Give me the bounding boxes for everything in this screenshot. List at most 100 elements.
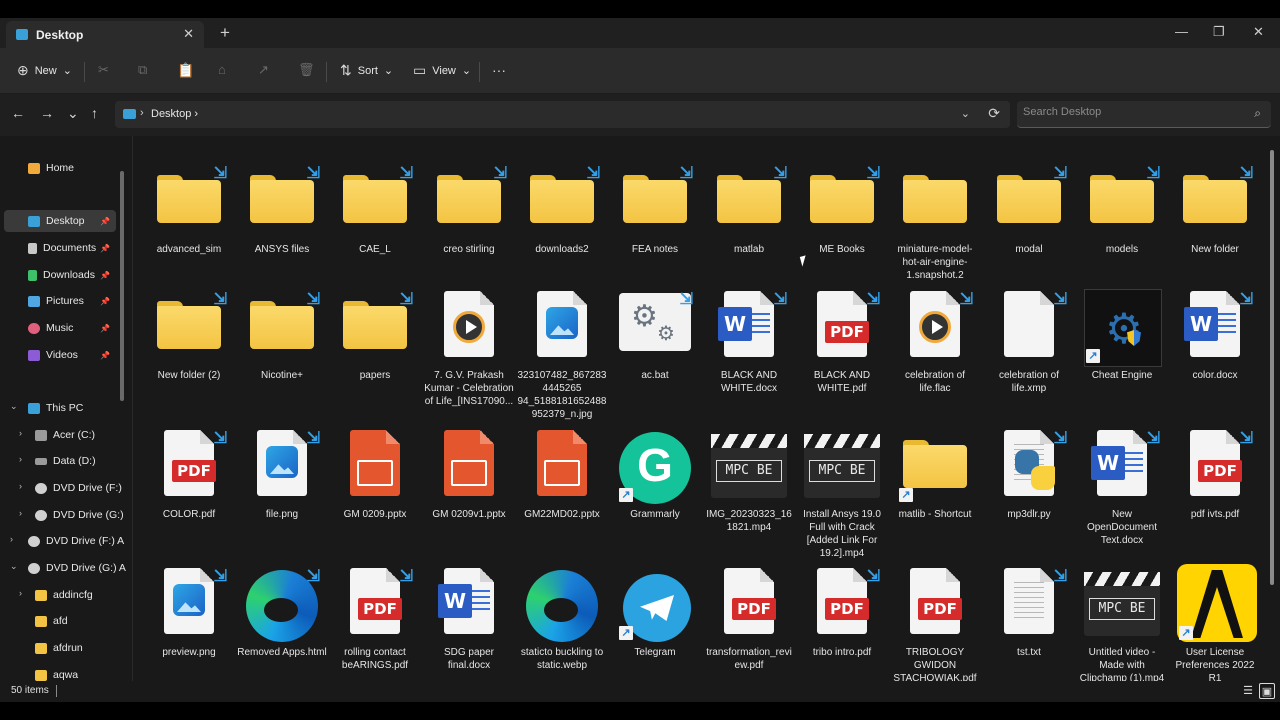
- sidebar-item-dvd-g[interactable]: DVD Drive (G:): [35, 504, 124, 526]
- file-item-image[interactable]: ⇲ file.png: [237, 428, 327, 521]
- file-item-powerpoint[interactable]: GM 0209v1.pptx: [424, 428, 514, 521]
- file-item-pdf[interactable]: PDF ⇲ pdf ivts.pdf: [1170, 428, 1260, 521]
- file-item-folder[interactable]: ⇲ ANSYS files: [237, 163, 327, 256]
- up-button[interactable]: ↑: [91, 105, 98, 121]
- file-item-folder[interactable]: ⇲ models: [1077, 163, 1167, 256]
- forward-button[interactable]: →: [40, 105, 54, 121]
- more-options-button[interactable]: ···: [492, 62, 506, 78]
- tab-close-icon[interactable]: ✕: [183, 26, 194, 42]
- search-input[interactable]: [1023, 106, 1243, 118]
- file-item-folder[interactable]: ⇲ New folder (2): [144, 289, 234, 382]
- file-item-folder[interactable]: ⇲ CAE_L: [330, 163, 420, 256]
- file-item-audio[interactable]: ⇲ celebration of life.flac: [890, 289, 980, 395]
- file-item-shortcut[interactable]: ↗ Grammarly: [610, 428, 700, 521]
- view-button[interactable]: ▭ View ⌄: [413, 62, 471, 79]
- file-item-video[interactable]: MPC BE Untitled video - Made with Clipcha…: [1077, 566, 1167, 681]
- file-item-folder[interactable]: ⇲ papers: [330, 289, 420, 382]
- breadcrumb-desktop[interactable]: Desktop ›: [151, 108, 198, 120]
- sort-button[interactable]: ⇅ Sort ⌄: [340, 62, 393, 79]
- expand-chevron-icon[interactable]: ›: [19, 481, 22, 491]
- file-item-pdf[interactable]: PDF ⇲ tribo intro.pdf: [797, 566, 887, 659]
- tab-desktop[interactable]: Desktop ✕: [6, 21, 204, 48]
- refresh-button[interactable]: ⟳: [988, 105, 1000, 122]
- sidebar-item-data-d[interactable]: Data (D:): [35, 450, 96, 472]
- share-button[interactable]: ↗: [258, 62, 269, 78]
- file-item-folder[interactable]: ⇲ creo stirling: [424, 163, 514, 256]
- delete-button[interactable]: 🗑: [298, 62, 315, 78]
- cut-button[interactable]: ✂: [98, 62, 109, 78]
- sidebar-item-aqwa[interactable]: aqwa: [35, 664, 78, 681]
- file-item-folder[interactable]: ⇲ ME Books: [797, 163, 887, 256]
- sidebar-scrollbar[interactable]: [120, 171, 124, 401]
- sidebar-item-dvd-g-a[interactable]: DVD Drive (G:) A: [28, 557, 126, 579]
- file-item-folder[interactable]: ⇲ FEA notes: [610, 163, 700, 256]
- new-tab-button[interactable]: +: [220, 23, 230, 43]
- expand-chevron-icon[interactable]: ›: [19, 454, 22, 464]
- expand-chevron-icon[interactable]: ⌄: [10, 401, 18, 412]
- recent-locations-button[interactable]: ⌄: [67, 105, 79, 122]
- copy-button[interactable]: ⧉: [138, 62, 147, 78]
- sidebar-item-acer-c[interactable]: Acer (C:): [35, 424, 95, 446]
- file-item-image[interactable]: ⇲ preview.png: [144, 566, 234, 659]
- details-view-button[interactable]: ☰: [1240, 683, 1256, 699]
- file-item-shortcut[interactable]: ↗ Cheat Engine: [1077, 289, 1167, 382]
- expand-chevron-icon[interactable]: ›: [19, 588, 22, 598]
- file-item-pdf[interactable]: PDF TRIBOLOGY GWIDON STACHOWIAK.pdf: [890, 566, 980, 681]
- file-item-html[interactable]: ⇲ Removed Apps.html: [237, 566, 327, 659]
- restore-button[interactable]: ❐: [1213, 24, 1225, 40]
- file-item-video[interactable]: MPC BE Install Ansys 19.0 Full with Crack…: [797, 428, 887, 560]
- file-item-shortcut[interactable]: ↗ Telegram: [610, 566, 700, 659]
- file-item-video[interactable]: MPC BE IMG_20230323_161821.mp4: [704, 428, 794, 534]
- sidebar-item-desktop[interactable]: Desktop 📌: [4, 210, 116, 232]
- sidebar-item-downloads[interactable]: Downloads 📌: [28, 264, 116, 286]
- sidebar-item-music[interactable]: Music 📌: [28, 317, 116, 339]
- minimize-button[interactable]: —: [1175, 24, 1188, 39]
- file-item-audio[interactable]: 7. G.V. Prakash Kumar - Celebration of L…: [424, 289, 514, 408]
- expand-chevron-icon[interactable]: ›: [10, 534, 13, 544]
- file-item-powerpoint[interactable]: GM 0209.pptx: [330, 428, 420, 521]
- file-item-folder[interactable]: ⇲ downloads2: [517, 163, 607, 256]
- file-item-pdf[interactable]: PDF ⇲ COLOR.pdf: [144, 428, 234, 521]
- address-dropdown-icon[interactable]: ⌄: [961, 107, 970, 120]
- file-item-folder[interactable]: miniature-model-hot-air-engine-1.snapsho…: [890, 163, 980, 282]
- search-box[interactable]: ⌕: [1017, 101, 1271, 128]
- sidebar-item-pictures[interactable]: Pictures 📌: [28, 290, 116, 312]
- sidebar-item-afd[interactable]: afd: [35, 610, 68, 632]
- content-scrollbar[interactable]: [1270, 150, 1274, 585]
- file-item-powerpoint[interactable]: GM22MD02.pptx: [517, 428, 607, 521]
- sidebar-item-home[interactable]: Home: [28, 157, 74, 179]
- file-item-batch[interactable]: ⚙ ⚙ ⇲ ac.bat: [610, 289, 700, 382]
- large-icons-view-button[interactable]: ▣: [1259, 683, 1275, 699]
- file-item-pdf[interactable]: PDF transformation_review.pdf: [704, 566, 794, 672]
- sidebar-item-dvd-f[interactable]: DVD Drive (F:): [35, 477, 122, 499]
- file-item-word[interactable]: W ⇲ color.docx: [1170, 289, 1260, 382]
- file-item-word[interactable]: W ⇲ BLACK AND WHITE.docx: [704, 289, 794, 395]
- file-item-folder[interactable]: ⇲ Nicotine+: [237, 289, 327, 382]
- expand-chevron-icon[interactable]: ›: [19, 508, 22, 518]
- sidebar-item-documents[interactable]: Documents 📌: [28, 237, 116, 259]
- back-button[interactable]: ←: [11, 105, 25, 121]
- breadcrumb-separator[interactable]: ›: [140, 107, 144, 119]
- expand-chevron-icon[interactable]: ›: [19, 428, 22, 438]
- file-item-pdf[interactable]: PDF ⇲ BLACK AND WHITE.pdf: [797, 289, 887, 395]
- sidebar-item-videos[interactable]: Videos 📌: [28, 344, 116, 366]
- search-icon[interactable]: ⌕: [1254, 106, 1261, 121]
- file-item-folder[interactable]: ⇲ matlab: [704, 163, 794, 256]
- file-item-python[interactable]: ⇲ mp3dlr.py: [984, 428, 1074, 521]
- paste-button[interactable]: 📋: [177, 62, 194, 79]
- collapse-chevron-icon[interactable]: ⌄: [10, 561, 18, 572]
- file-item-word[interactable]: W ⇲ New OpenDocument Text.docx: [1077, 428, 1167, 547]
- file-item-shortcut[interactable]: ↗ matlib - Shortcut: [890, 428, 980, 521]
- new-button[interactable]: ⊕ New ⌄: [17, 62, 72, 79]
- sidebar-item-addincfg[interactable]: addincfg: [35, 584, 93, 606]
- file-item-webp[interactable]: staticto buckling to static.webp: [517, 566, 607, 672]
- file-item-shortcut[interactable]: ↗ User License Preferences 2022 R1: [1170, 564, 1260, 681]
- file-item-folder[interactable]: ⇲ New folder: [1170, 163, 1260, 256]
- file-item-text[interactable]: ⇲ tst.txt: [984, 566, 1074, 659]
- sidebar-item-this-pc[interactable]: This PC: [28, 397, 83, 419]
- sidebar-item-dvd-f-a[interactable]: DVD Drive (F:) A: [28, 530, 124, 552]
- address-bar[interactable]: › Desktop › ⌄ ⟳: [115, 101, 1010, 128]
- sidebar-item-afdrun[interactable]: afdrun: [35, 637, 83, 659]
- file-item-folder[interactable]: ⇲ advanced_sim: [144, 163, 234, 256]
- rename-button[interactable]: ⌂: [218, 62, 226, 77]
